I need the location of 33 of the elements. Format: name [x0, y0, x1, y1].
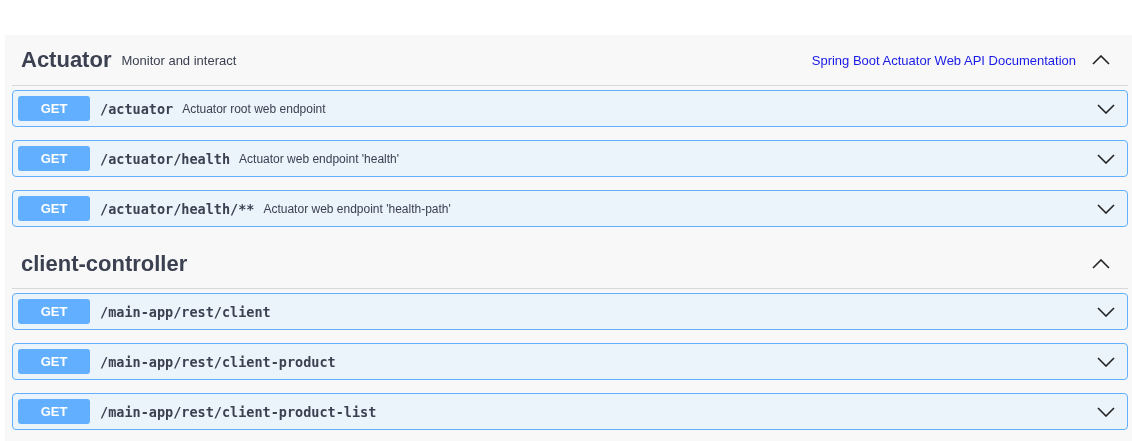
- chevron-down-icon[interactable]: [1097, 356, 1115, 367]
- method-badge: GET: [18, 96, 90, 121]
- operation-row[interactable]: GET /actuator Actuator root web endpoint: [12, 90, 1128, 127]
- chevron-down-icon[interactable]: [1097, 153, 1115, 164]
- operation-row[interactable]: GET /actuator/health Actuator web endpoint 'health': [12, 140, 1128, 177]
- endpoint-path: /actuator/health: [100, 150, 231, 167]
- chevron-down-icon[interactable]: [1097, 103, 1115, 114]
- method-badge: GET: [18, 399, 90, 424]
- endpoint-summary: Actuator root web endpoint: [182, 101, 326, 116]
- method-badge: GET: [18, 299, 90, 324]
- endpoint-path: /main-app/rest/client-product-list: [100, 403, 377, 420]
- endpoint-path: /actuator: [100, 100, 174, 117]
- endpoint-summary: Actuator web endpoint 'health': [239, 151, 400, 166]
- method-badge: GET: [18, 196, 90, 221]
- operation-row[interactable]: GET /main-app/rest/client-product-list: [12, 393, 1128, 430]
- documentation-link[interactable]: Spring Boot Actuator Web API Documentation: [811, 52, 1076, 68]
- method-badge: GET: [18, 146, 90, 171]
- operation-row[interactable]: GET /main-app/rest/client: [12, 293, 1128, 330]
- operation-row[interactable]: GET /actuator/health/** Actuator web endpoint 'health-path': [12, 190, 1128, 227]
- section-description: Monitor and interact: [121, 52, 237, 68]
- chevron-up-icon[interactable]: [1092, 55, 1110, 65]
- method-badge: GET: [18, 349, 90, 374]
- endpoint-path: /main-app/rest/client-product: [100, 353, 336, 370]
- section-title[interactable]: Actuator: [21, 47, 112, 73]
- endpoint-path: /actuator/health/**: [100, 200, 255, 217]
- section-title[interactable]: client-controller: [21, 251, 188, 277]
- chevron-down-icon[interactable]: [1097, 203, 1115, 214]
- chevron-down-icon[interactable]: [1097, 306, 1115, 317]
- endpoint-path: /main-app/rest/client: [100, 303, 271, 320]
- chevron-up-icon[interactable]: [1092, 259, 1110, 269]
- chevron-down-icon[interactable]: [1097, 406, 1115, 417]
- endpoint-summary: Actuator web endpoint 'health-path': [263, 201, 451, 216]
- operation-row[interactable]: GET /main-app/rest/client-product: [12, 343, 1128, 380]
